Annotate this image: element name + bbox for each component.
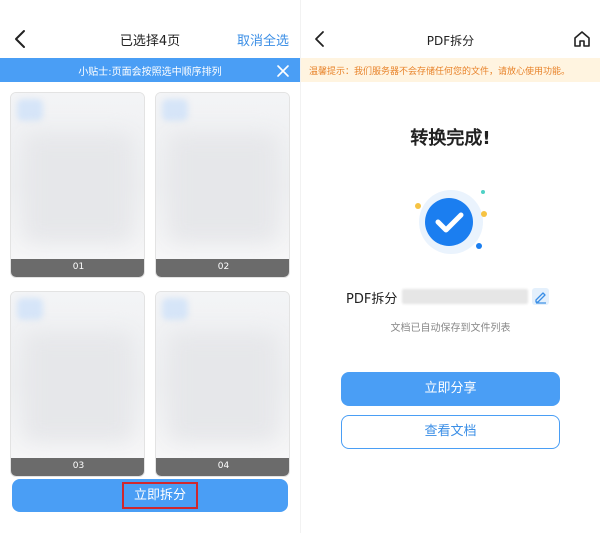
top-bar: 已选择4页 取消全选 [0,22,300,56]
home-button[interactable] [572,29,592,49]
page-preview [11,292,144,460]
page-number: 01 [72,262,85,272]
page-thumbnail[interactable]: 03 [10,291,145,477]
page-number: 02 [217,262,230,272]
page-number: 04 [217,461,230,471]
page-number-bar: 02 [156,259,289,277]
page-title: PDF拆分 [426,34,475,48]
deselect-all-button[interactable]: 取消全选 [237,30,289,49]
page-preview [156,93,289,261]
split-now-button[interactable]: 立即拆分 [12,479,288,512]
page-preview [11,93,144,261]
page-preview [156,292,289,460]
page-number-bar: 03 [11,458,144,476]
close-tip-button[interactable] [276,63,290,77]
split-now-label: 立即拆分 [122,482,198,509]
home-icon [574,31,590,47]
share-now-button[interactable]: 立即分享 [341,372,560,406]
page-number-bar: 04 [156,458,289,476]
completion-heading: 转换完成! [410,128,491,149]
file-name-hidden [402,289,528,304]
page-thumbnail[interactable]: 01 [10,92,145,278]
auto-save-note: 文档已自动保存到文件列表 [390,323,511,334]
privacy-notice-text: 温馨提示：我们服务器不会存储任何您的文件，请放心使用功能。 [309,67,571,77]
pencil-icon [535,292,546,304]
rename-button[interactable] [532,288,549,305]
page-number-bar: 01 [11,259,144,277]
check-circle-icon [415,190,487,254]
view-document-button[interactable]: 查看文档 [341,415,560,449]
file-name-row: PDF拆分 [346,288,556,307]
page-thumbnail[interactable]: 04 [155,291,290,477]
tip-text: 小贴士:页面会按照选中顺序排列 [78,67,222,78]
page-number: 03 [72,461,85,471]
file-name: PDF拆分 [346,292,398,307]
close-icon [277,65,289,77]
tip-banner: 小贴士:页面会按照选中顺序排列 [0,58,300,82]
privacy-notice: 温馨提示：我们服务器不会存储任何您的文件，请放心使用功能。 [301,58,600,82]
page-thumbnail[interactable]: 02 [155,92,290,278]
page-select-screen: 已选择4页 取消全选 小贴士:页面会按照选中顺序排列 01 02 03 04 立… [0,0,300,533]
top-bar: PDF拆分 [301,22,600,56]
result-screen: PDF拆分 温馨提示：我们服务器不会存储任何您的文件，请放心使用功能。 转换完成… [301,0,600,533]
